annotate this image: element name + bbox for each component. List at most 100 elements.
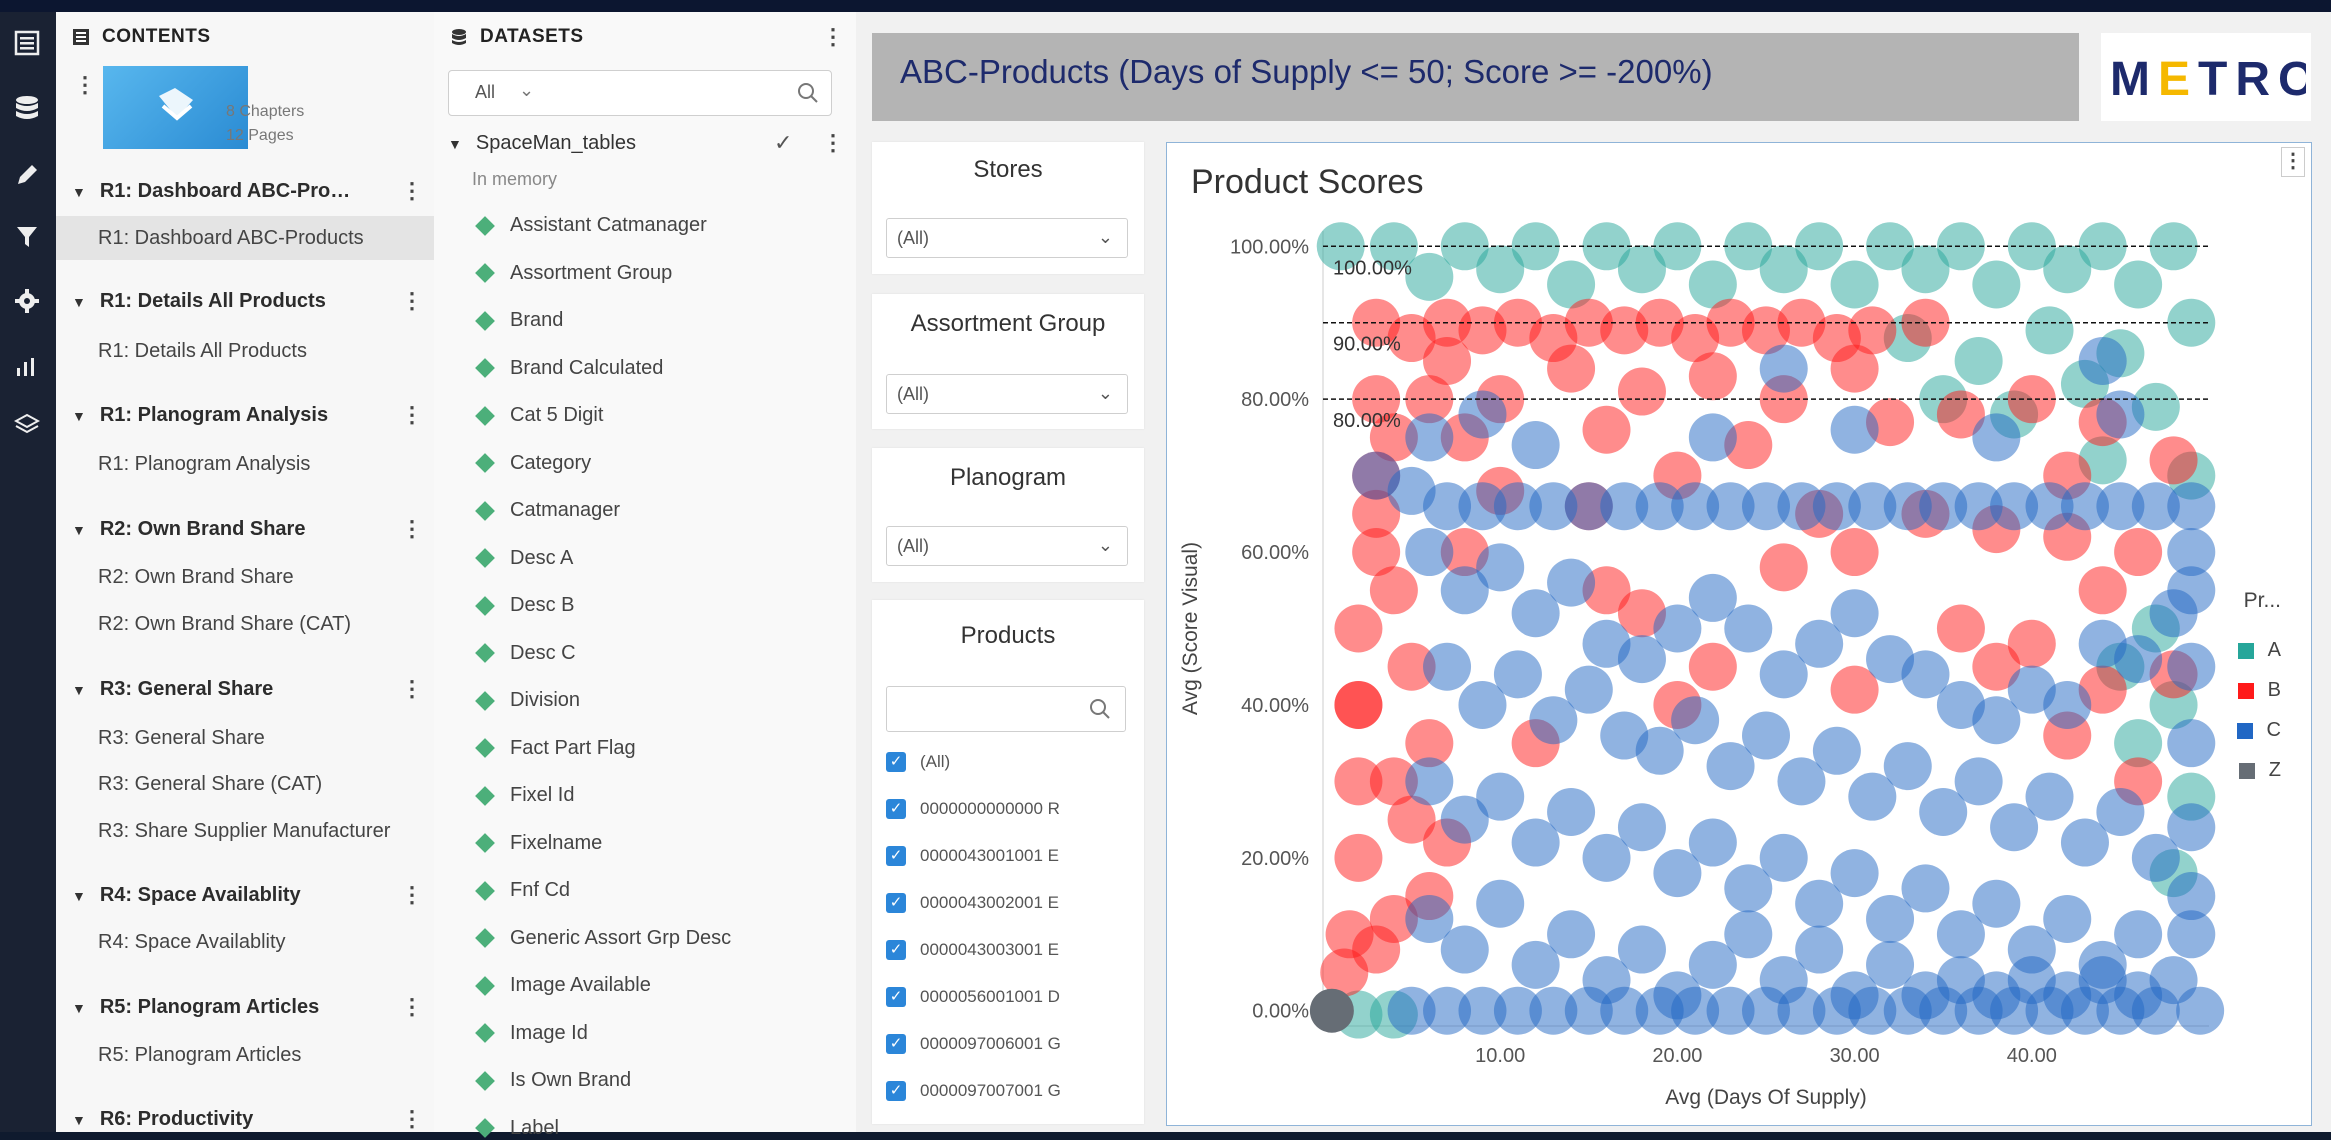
attribute-item[interactable]: Assistant Catmanager [472,214,707,237]
point-b [1617,367,1666,416]
product-checkbox-item[interactable]: ✓ 0000043001001 E [886,846,1059,866]
attribute-item[interactable]: Image Id [472,1022,588,1045]
attribute-item[interactable]: Fnf Cd [472,879,570,902]
attribute-item[interactable]: Fact Part Flag [472,737,636,760]
checkbox-checked-icon[interactable]: ✓ [886,846,906,866]
page-r2-own-brand[interactable]: R2: Own Brand Share [98,555,434,599]
page-r5-articles[interactable]: R5: Planogram Articles [98,1033,434,1077]
product-checkbox-item[interactable]: ✓ 0000097007001 G [886,1081,1061,1101]
product-checkbox-item[interactable]: ✓ 0000043002001 E [886,893,1059,913]
attribute-icon [475,358,495,378]
legend-swatch [2237,682,2254,699]
attribute-item[interactable]: Brand Calculated [472,357,663,380]
planogram-select[interactable]: (All) ⌄ [886,526,1128,566]
attribute-label: Image Id [510,1021,588,1044]
checkbox-checked-icon[interactable]: ✓ [886,1081,906,1101]
product-checkbox-item[interactable]: ✓ (All) [886,752,950,772]
database-icon[interactable] [8,90,46,128]
chapter-menu-icon[interactable]: ⋮ [401,178,423,204]
attribute-item[interactable]: Assortment Group [472,262,672,285]
checkbox-checked-icon[interactable]: ✓ [886,799,906,819]
attribute-item[interactable]: Brand [472,309,563,332]
attribute-item[interactable]: Category [472,452,591,475]
chevron-down-icon[interactable]: ⌄ [519,80,534,101]
point-c [2096,390,2145,439]
attribute-item[interactable]: Desc C [472,642,576,665]
chapter-menu-icon[interactable]: ⋮ [401,402,423,428]
product-checkbox-item[interactable]: ✓ 0000097006001 G [886,1034,1061,1054]
attribute-item[interactable]: Desc B [472,594,574,617]
more-icon[interactable]: ⋮ [74,72,96,98]
checkbox-checked-icon[interactable]: ✓ [886,752,906,772]
attribute-item[interactable]: Label [472,1117,559,1140]
chapter-r2-own-brand[interactable]: ▼ R2: Own Brand Share [72,518,305,541]
attribute-item[interactable]: Cat 5 Digit [472,404,603,427]
chapter-r1-details[interactable]: ▼ R1: Details All Products [72,290,326,313]
legend-item-z[interactable]: Z [2238,759,2281,782]
page-r1-details[interactable]: R1: Details All Products [98,329,434,373]
product-checkbox-item[interactable]: ✓ 0000000000000 R [886,799,1060,819]
attribute-item[interactable]: Is Own Brand [472,1069,631,1092]
table-of-contents-icon[interactable] [8,24,46,62]
attribute-item[interactable]: Fixelname [472,832,602,855]
attribute-label: Brand Calculated [510,356,664,379]
chart-icon[interactable] [8,346,46,384]
legend-item-b[interactable]: B [2237,679,2281,702]
legend-item-c[interactable]: C [2236,719,2281,742]
legend-label: B [2267,679,2281,701]
attribute-label: Label [510,1116,559,1139]
chapter-menu-icon[interactable]: ⋮ [401,882,423,908]
chapter-menu-icon[interactable]: ⋮ [401,676,423,702]
dataset-filter-input[interactable]: All ⌄ [448,70,832,116]
attribute-item[interactable]: Image Available [472,974,651,997]
point-b [2078,566,2127,615]
page-r3-supplier[interactable]: R3: Share Supplier Manufacturer [98,809,434,853]
page-r3-general[interactable]: R3: General Share [98,716,434,760]
checkbox-checked-icon[interactable]: ✓ [886,987,906,1007]
page-r3-general-cat[interactable]: R3: General Share (CAT) [98,762,434,806]
point-a [2025,306,2074,355]
chapter-r4-space[interactable]: ▼ R4: Space Availablity [72,884,301,907]
chapter-r3-general[interactable]: ▼ R3: General Share [72,678,273,701]
stores-select[interactable]: (All) ⌄ [886,218,1128,258]
chapter-menu-icon[interactable]: ⋮ [401,1106,423,1132]
gear-icon[interactable] [8,282,46,320]
layers-icon[interactable] [8,406,46,444]
attribute-item[interactable]: Division [472,689,580,712]
pencil-icon[interactable] [8,156,46,194]
datasets-menu-icon[interactable]: ⋮ [822,24,844,50]
page-r4-space[interactable]: R4: Space Availablity [98,920,434,964]
attribute-label: Category [510,451,592,474]
product-checkbox-item[interactable]: ✓ 0000056001001 D [886,987,1060,1007]
search-icon[interactable] [1089,698,1111,720]
attribute-item[interactable]: Fixel Id [472,784,574,807]
chapter-menu-icon[interactable]: ⋮ [401,516,423,542]
page-r2-own-brand-cat[interactable]: R2: Own Brand Share (CAT) [98,602,434,646]
chapter-r1-planogram[interactable]: ▼ R1: Planogram Analysis [72,404,328,427]
point-b [1352,925,1401,974]
chapter-r1-dashboard[interactable]: ▼ R1: Dashboard ABC-Pro… [72,180,350,203]
chapter-menu-icon[interactable]: ⋮ [401,288,423,314]
page-r1-planogram[interactable]: R1: Planogram Analysis [98,442,434,486]
point-c [1830,589,1879,638]
search-icon[interactable] [797,82,819,104]
checkbox-checked-icon[interactable]: ✓ [886,1034,906,1054]
select-value: (All) [897,384,929,404]
attribute-item[interactable]: Generic Assort Grp Desc [472,927,731,950]
filter-icon[interactable] [8,218,46,256]
product-checkbox-item[interactable]: ✓ 0000043003001 E [886,940,1059,960]
checkbox-checked-icon[interactable]: ✓ [886,940,906,960]
chapter-menu-icon[interactable]: ⋮ [401,994,423,1020]
chapter-r5-articles[interactable]: ▼ R5: Planogram Articles [72,996,319,1019]
products-search-input[interactable] [886,686,1126,732]
attribute-item[interactable]: Catmanager [472,499,620,522]
checkbox-checked-icon[interactable]: ✓ [886,893,906,913]
dataset-row[interactable]: ▼ SpaceMan_tables [448,132,636,155]
assortment-group-select[interactable]: (All) ⌄ [886,374,1128,414]
chapter-r6-productivity[interactable]: ▼ R6: Productivity [72,1108,253,1131]
page-r1-dashboard[interactable]: R1: Dashboard ABC-Products [56,216,434,260]
attribute-item[interactable]: Desc A [472,547,573,570]
dataset-menu-icon[interactable]: ⋮ [822,130,844,156]
legend-item-a[interactable]: A [2237,639,2281,662]
table-of-contents-icon [73,29,89,45]
